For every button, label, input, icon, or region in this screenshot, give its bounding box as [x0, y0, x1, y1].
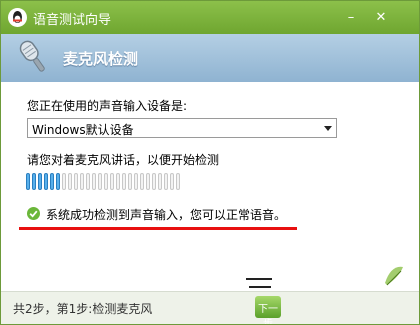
- level-segment: [26, 173, 30, 190]
- level-segment: [56, 173, 60, 190]
- level-segment: [50, 173, 54, 190]
- level-segment: [80, 173, 84, 190]
- level-segment: [134, 173, 138, 190]
- level-segment: [32, 173, 36, 190]
- level-segment: [92, 173, 96, 190]
- decoration-stroke: [249, 286, 271, 288]
- minimize-button[interactable]: –: [341, 10, 361, 26]
- level-segment: [170, 173, 174, 190]
- microphone-icon: [11, 36, 55, 80]
- level-segment: [140, 173, 144, 190]
- next-button[interactable]: 下一步: [255, 296, 281, 324]
- input-device-select[interactable]: Windows默认设备: [27, 118, 337, 138]
- level-segment: [86, 173, 90, 190]
- level-segment: [164, 173, 168, 190]
- close-button[interactable]: ✕: [371, 10, 391, 26]
- level-segment: [98, 173, 102, 190]
- step-progress-text: 共2步，第1步:检测麦克风: [13, 302, 153, 316]
- dropdown-arrow-icon[interactable]: [324, 126, 332, 131]
- level-segment: [122, 173, 126, 190]
- check-circle-icon: [27, 207, 40, 220]
- level-segment: [74, 173, 78, 190]
- level-segment: [38, 173, 42, 190]
- step-title: 麦克风检测: [63, 50, 139, 68]
- level-segment: [158, 173, 162, 190]
- wizard-footer: 共2步，第1步:检测麦克风: [1, 291, 419, 324]
- level-segment: [152, 173, 156, 190]
- level-segment: [146, 173, 150, 190]
- level-segment: [62, 173, 66, 190]
- next-button-label: 下一步: [258, 304, 278, 325]
- speak-instruction: 请您对着麦克风讲话，以便开始检测: [27, 153, 220, 167]
- title-bar[interactable]: 语音测试向导 – ✕: [1, 1, 419, 34]
- red-underline-annotation: [19, 227, 297, 230]
- selected-device-value: Windows默认设备: [32, 123, 134, 137]
- voice-test-wizard-window: 语音测试向导 – ✕ 麦克风检测 您正在使用的声音输入设备是: Windows默…: [0, 0, 420, 325]
- decoration-stroke: [246, 278, 272, 280]
- level-segment: [68, 173, 72, 190]
- qq-logo-icon: [8, 8, 27, 27]
- level-segment: [44, 173, 48, 190]
- watermark-logo-icon: [381, 263, 407, 293]
- level-segment: [116, 173, 120, 190]
- detection-result-text: 系统成功检测到声音输入，您可以正常语音。: [46, 208, 287, 222]
- input-level-meter: [26, 173, 182, 191]
- level-segment: [110, 173, 114, 190]
- level-segment: [104, 173, 108, 190]
- level-segment: [176, 173, 180, 190]
- window-title: 语音测试向导: [33, 13, 112, 28]
- device-label: 您正在使用的声音输入设备是:: [27, 99, 188, 113]
- wizard-header: 麦克风检测: [1, 34, 419, 82]
- level-segment: [128, 173, 132, 190]
